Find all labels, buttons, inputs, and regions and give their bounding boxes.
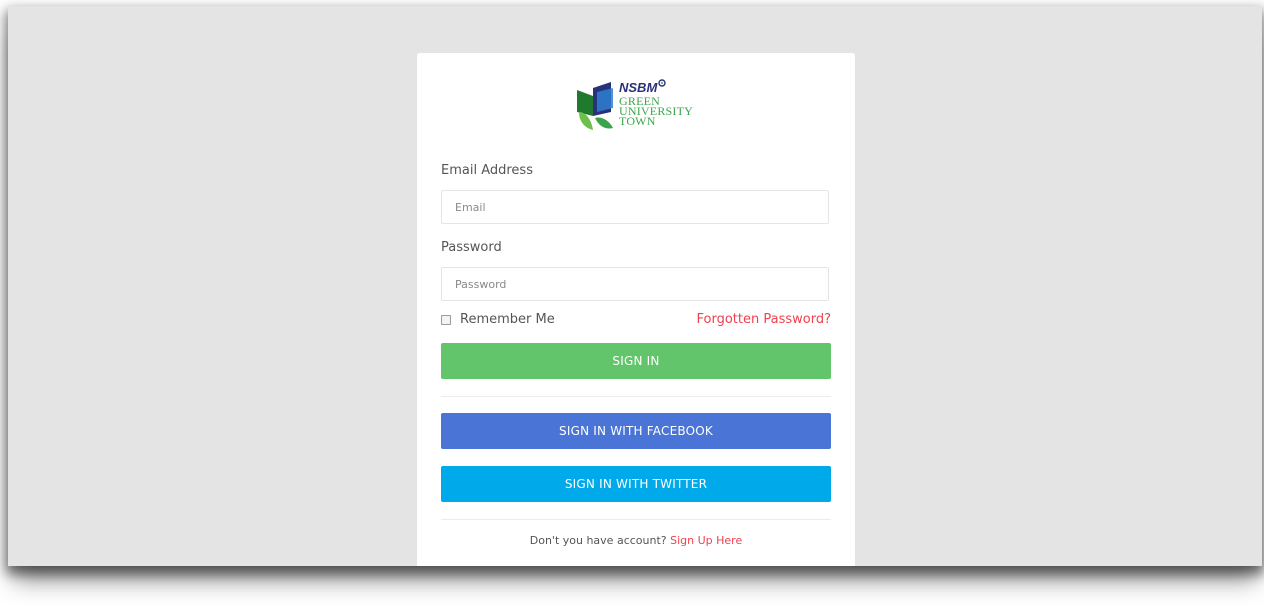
facebook-sign-in-button[interactable]: SIGN IN WITH FACEBOOK	[441, 413, 831, 449]
nsbm-logo-emblem	[577, 82, 613, 130]
login-card: NSBM GREEN UNIVERSITY TOWN Email Address…	[417, 53, 855, 566]
page-frame: NSBM GREEN UNIVERSITY TOWN Email Address…	[0, 0, 1264, 606]
email-label: Email Address	[441, 163, 533, 178]
remember-me-checkbox[interactable]	[441, 314, 451, 325]
nsbm-logo: NSBM GREEN UNIVERSITY TOWN	[575, 78, 700, 134]
sign-in-button[interactable]: SIGN IN	[441, 343, 831, 379]
password-field[interactable]	[441, 267, 829, 301]
logo-brand-text: NSBM	[619, 80, 658, 95]
divider-top	[441, 396, 831, 397]
password-label: Password	[441, 240, 502, 255]
remember-me-label: Remember Me	[460, 312, 555, 327]
login-screen: NSBM GREEN UNIVERSITY TOWN Email Address…	[8, 6, 1262, 566]
logo-swirl-icon	[658, 79, 666, 87]
forgot-password-link[interactable]: Forgotten Password?	[697, 312, 831, 327]
remember-me[interactable]: Remember Me	[441, 312, 555, 327]
email-field[interactable]	[441, 190, 829, 224]
sign-up-link[interactable]: Sign Up Here	[670, 534, 742, 547]
logo-line-town: TOWN	[619, 114, 656, 128]
signup-prompt-text: Don't you have account?	[529, 534, 667, 547]
divider-bottom	[441, 519, 831, 520]
twitter-sign-in-button[interactable]: SIGN IN WITH TWITTER	[441, 466, 831, 502]
signup-prompt: Don't you have account? Sign Up Here	[417, 534, 855, 547]
